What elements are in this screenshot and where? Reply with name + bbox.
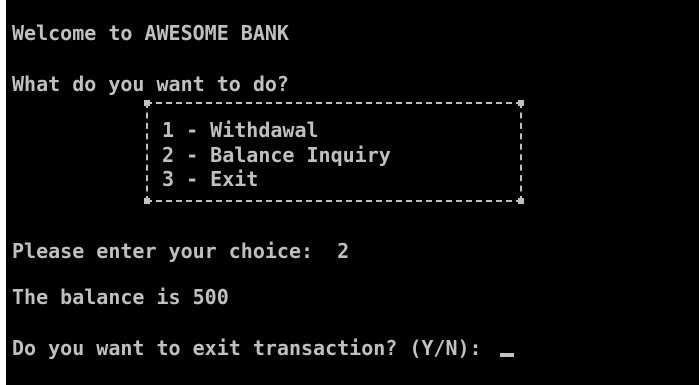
text-cursor[interactable]	[499, 353, 514, 357]
balance-message: The balance is 500	[12, 285, 229, 309]
menu-box: 1 - Withdawal 2 - Balance Inquiry 3 - Ex…	[144, 100, 524, 204]
box-corner	[144, 198, 150, 204]
menu-option-exit: 3 - Exit	[162, 167, 259, 191]
exit-prompt: Do you want to exit transaction? (Y/N):	[12, 336, 494, 360]
box-corner	[518, 198, 524, 204]
choice-prompt: Please enter your choice: 2	[12, 239, 350, 263]
menu-question: What do you want to do?	[12, 72, 289, 96]
box-corner	[518, 100, 524, 106]
menu-option-withdrawal: 1 - Withdawal	[162, 118, 319, 142]
welcome-message: Welcome to AWESOME BANK	[12, 21, 289, 45]
exit-prompt-line[interactable]: Do you want to exit transaction? (Y/N):	[12, 336, 514, 360]
box-corner	[144, 100, 150, 106]
window-left-border	[0, 0, 6, 385]
console-window[interactable]: Welcome to AWESOME BANK What do you want…	[0, 0, 699, 385]
menu-option-balance-inquiry: 2 - Balance Inquiry	[162, 143, 391, 167]
